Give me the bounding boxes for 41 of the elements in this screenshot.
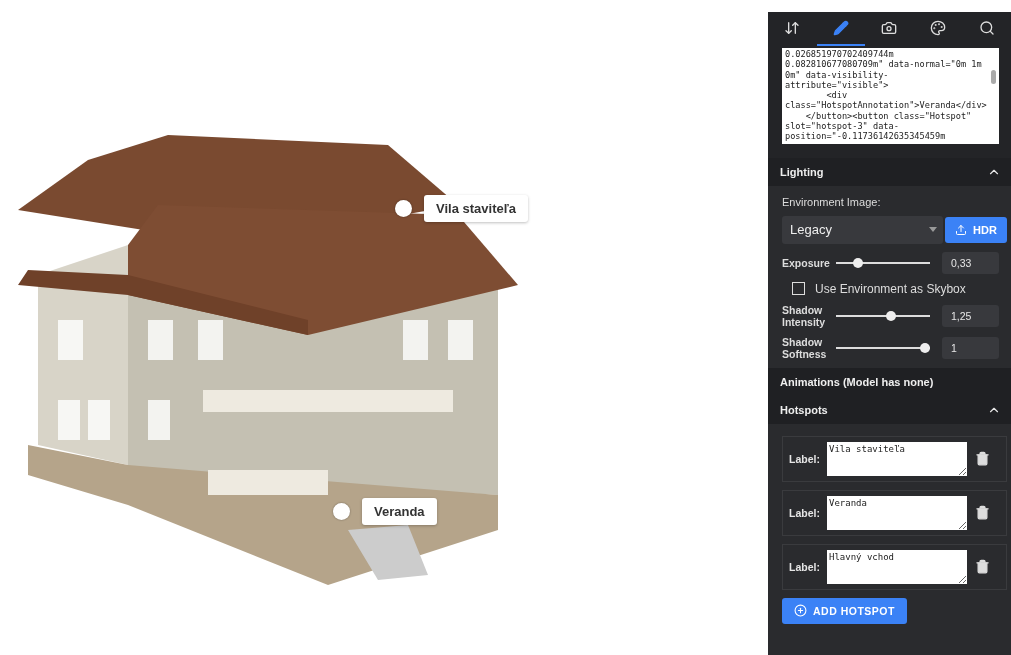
value-field[interactable]: 1 — [942, 336, 999, 359]
add-hotspot-button[interactable]: ADD HOTSPOT — [782, 597, 907, 624]
dropdown-caret-icon — [929, 227, 937, 233]
trash-icon[interactable] — [975, 505, 990, 521]
checkbox[interactable] — [792, 282, 805, 296]
environment-select[interactable]: Legacy — [782, 215, 943, 244]
section-header[interactable]: Animations (Model has none) — [768, 367, 1011, 396]
upload-icon — [955, 223, 968, 236]
field-label: Label: — [789, 452, 819, 465]
value-field[interactable]: 1,25 — [942, 304, 999, 327]
field-label: Environment Image: — [782, 195, 882, 208]
trash-icon[interactable] — [975, 451, 990, 467]
hdr-upload-button[interactable]: HDR — [945, 216, 1007, 243]
camera-icon — [881, 20, 898, 36]
plus-icon — [794, 604, 807, 618]
field-label: Label: — [789, 560, 819, 573]
slider-thumb[interactable] — [852, 257, 863, 268]
code-textarea[interactable]: 0.026851970702409744m 0.082810677080709m" data-normal="0m 1m 0m" data-visibility- attribute="visible"> <div class="HotspotAnnotation">Veranda</div> </button><button class="Hotspot" slot="hotspot-3" data- position="-0.11736142635345459m — [782, 48, 999, 144]
slider-label: Exposure — [782, 256, 831, 269]
search-icon — [978, 20, 995, 36]
label-textarea[interactable]: Veranda — [827, 495, 967, 530]
trash-icon[interactable] — [975, 559, 990, 575]
pencil-icon — [832, 20, 849, 36]
label-textarea[interactable]: Vila staviteľa — [827, 441, 967, 476]
section-title: Hotspots — [780, 403, 828, 416]
palette-icon — [930, 20, 947, 36]
checkbox-label: Use Environment as Skybox — [815, 281, 966, 296]
slider-label: Shadow Intensity — [782, 303, 827, 328]
field-label: Label: — [789, 506, 819, 519]
section-title: Lighting — [780, 165, 824, 178]
value-field[interactable]: 0,33 — [942, 251, 999, 274]
hotspot-annotation: Vila staviteľa — [424, 195, 528, 222]
section-header[interactable]: Hotspots — [768, 395, 1011, 424]
hotspot-annotation: Veranda — [362, 498, 437, 525]
section-title: Animations (Model has none) — [780, 375, 934, 388]
label-textarea[interactable]: Hlavný vchod — [827, 549, 967, 584]
arrows-icon — [784, 20, 801, 36]
slider-thumb[interactable] — [920, 342, 930, 353]
slider-thumb[interactable] — [886, 310, 897, 321]
section-header[interactable]: Lighting — [768, 157, 1011, 186]
slider-label: Shadow Softness — [782, 335, 828, 360]
